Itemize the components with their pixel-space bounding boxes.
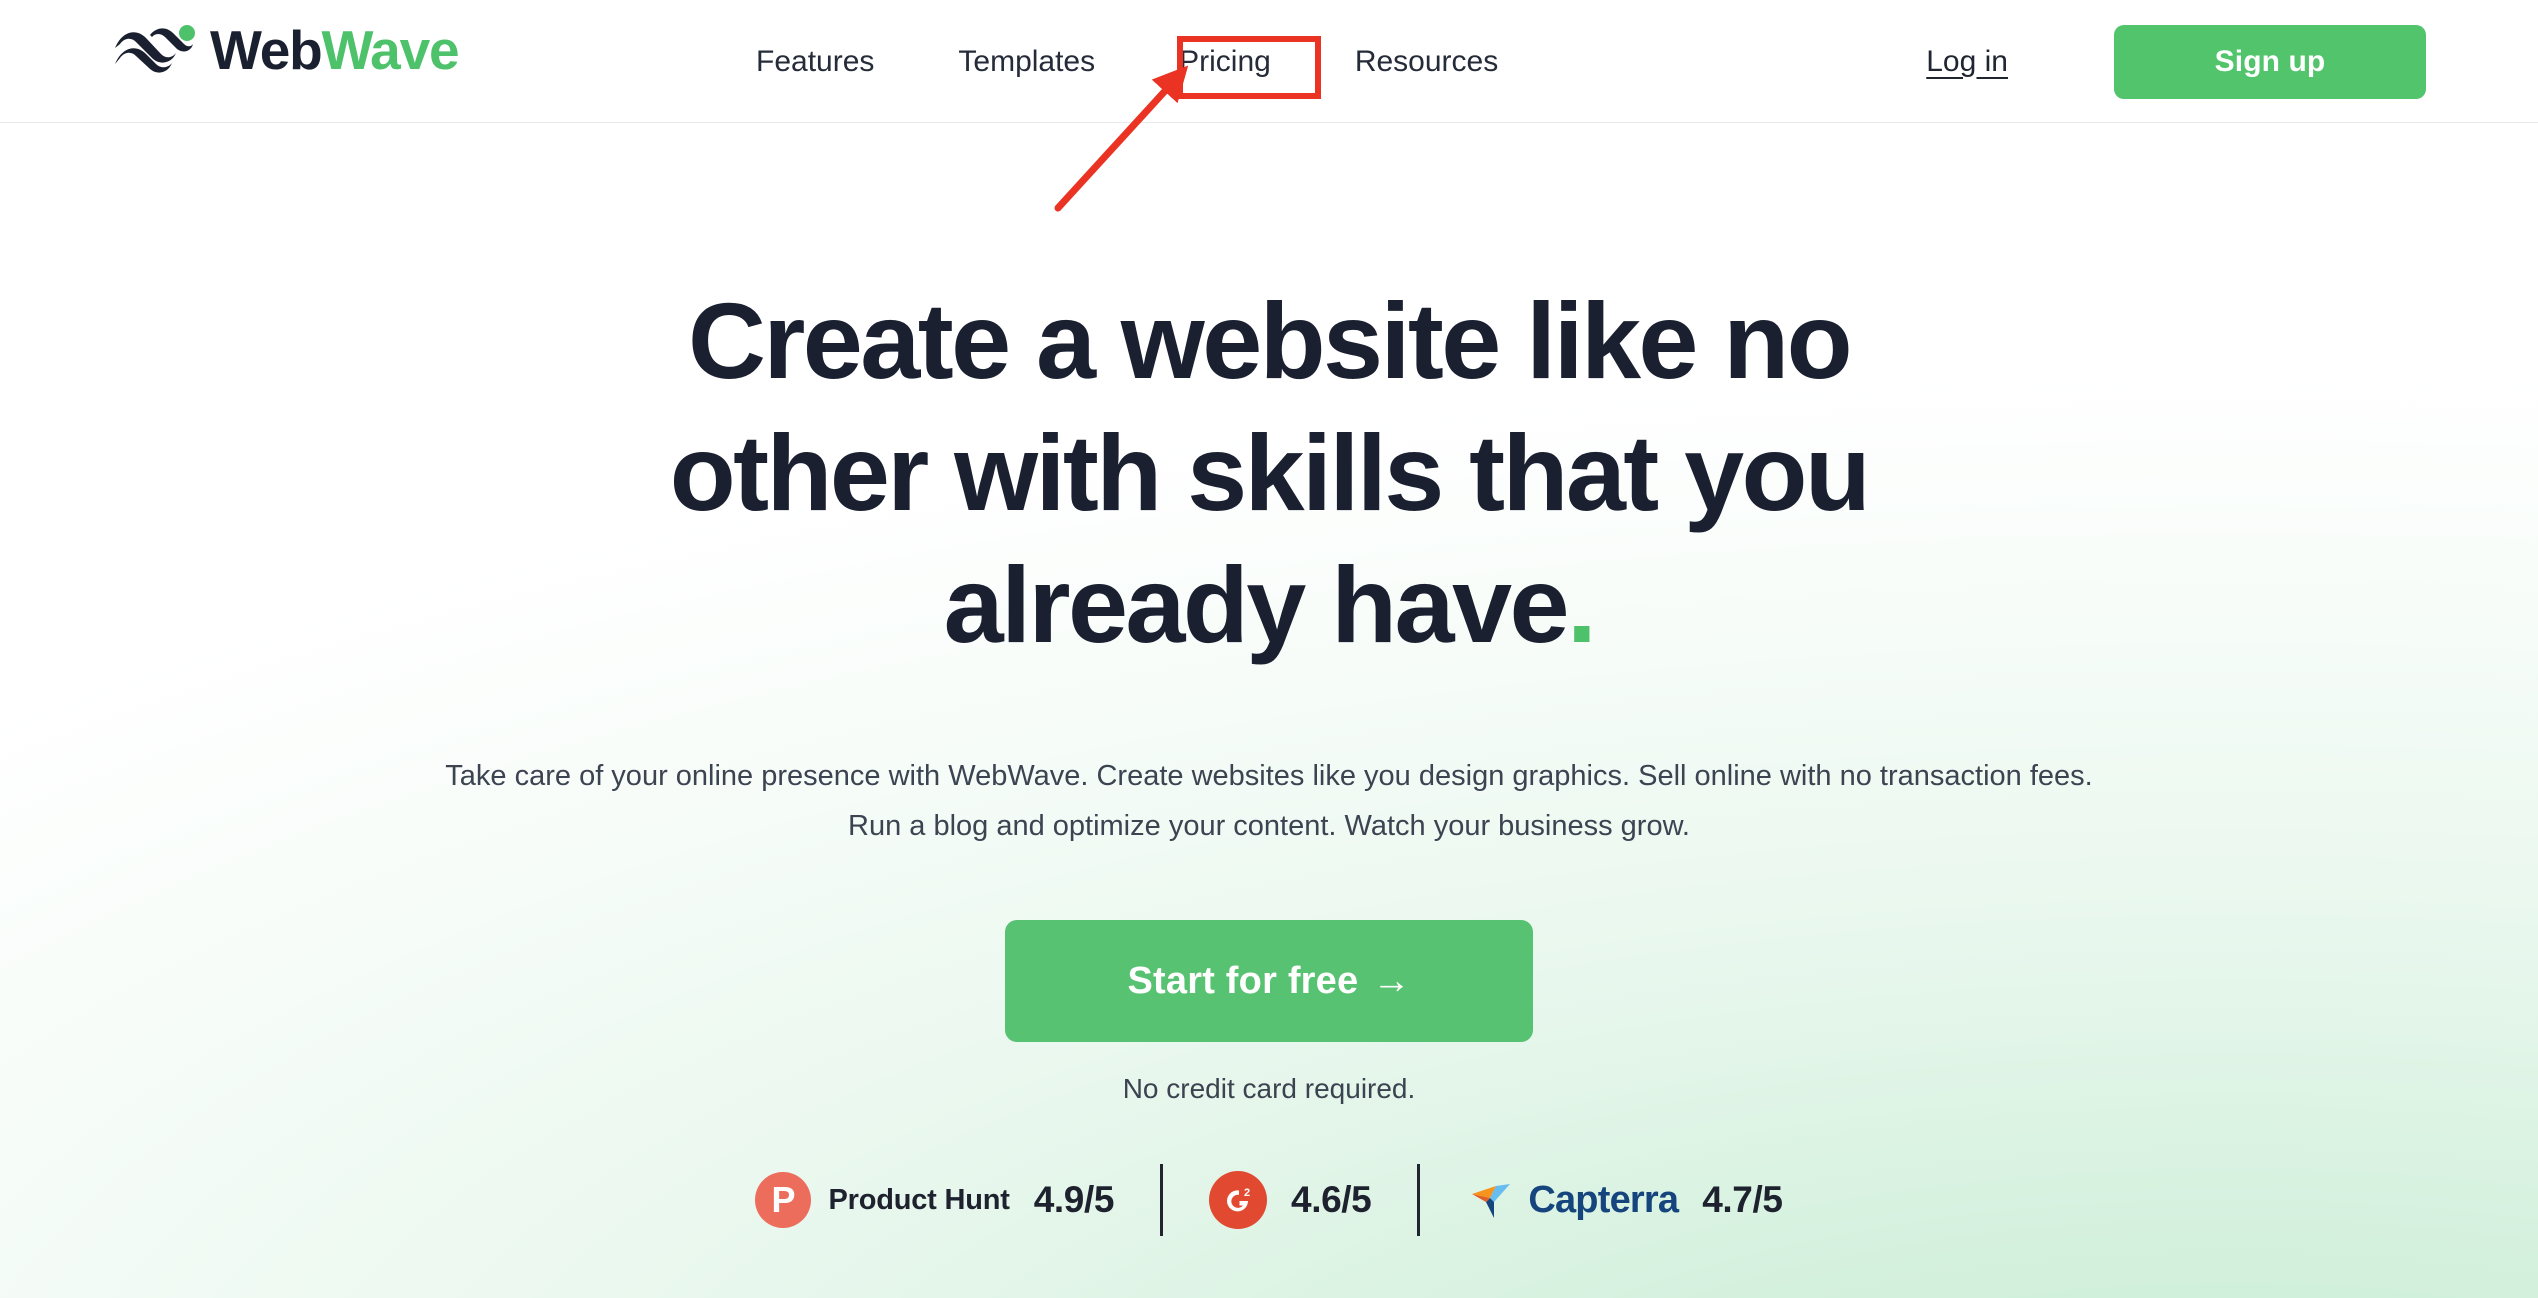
- login-link[interactable]: Log in: [1926, 45, 2008, 79]
- cta-label: Start for free: [1127, 959, 1359, 1002]
- product-hunt-label: Product Hunt: [828, 1183, 1010, 1216]
- rating-product-hunt[interactable]: P Product Hunt 4.9/5: [755, 1172, 1114, 1228]
- capterra-score: 4.7/5: [1702, 1179, 1783, 1220]
- site-header: WebWave Features Templates Pricing Resou…: [0, 0, 2538, 123]
- signup-button[interactable]: Sign up: [2114, 24, 2426, 99]
- capterra-icon: [1472, 1184, 1511, 1218]
- no-credit-card-note: No credit card required.: [1122, 1073, 1416, 1104]
- wave-logo-mark-icon: [115, 25, 195, 73]
- svg-text:2: 2: [1244, 1187, 1250, 1199]
- ratings-row: P Product Hunt 4.9/5 2 4.6/5 Capterra 4.…: [0, 1105, 2538, 1236]
- g2-score: 4.6/5: [1291, 1179, 1372, 1220]
- g2-glyph-icon: 2: [1227, 1187, 1250, 1212]
- product-hunt-score: 4.9/5: [1033, 1179, 1115, 1220]
- nav-item-pricing[interactable]: Pricing: [1179, 46, 1271, 77]
- headline-accent-dot: .: [1566, 543, 1597, 665]
- start-for-free-button[interactable]: Start for free →: [1005, 920, 1533, 1042]
- logo-wordmark: WebWave: [210, 22, 460, 78]
- logo-word-web: Web: [210, 18, 323, 81]
- rating-capterra[interactable]: Capterra 4.7/5: [1466, 1172, 1783, 1228]
- rating-g2[interactable]: 2 4.6/5: [1209, 1171, 1372, 1229]
- arrow-right-icon: →: [1372, 959, 1411, 1002]
- nav-item-resources[interactable]: Resources: [1355, 46, 1498, 77]
- g2-icon: 2: [1209, 1171, 1268, 1229]
- headline-line-1: Create a website like no: [687, 280, 1853, 401]
- nav-item-templates[interactable]: Templates: [958, 46, 1095, 77]
- capterra-logo: Capterra: [1466, 1172, 1679, 1228]
- main-navigation: Features Templates Pricing Resources: [756, 0, 1498, 123]
- nav-item-features[interactable]: Features: [756, 46, 874, 77]
- subtext-line-2: Run a blog and optimize your content. Wa…: [848, 810, 1690, 843]
- header-actions: Log in Sign up: [1926, 0, 2426, 123]
- hero-section: Create a website like no other with skil…: [0, 123, 2538, 1236]
- capterra-label: Capterra: [1528, 1178, 1679, 1221]
- headline-line-2: other with skills that you: [669, 411, 1871, 533]
- ratings-divider-2: [1417, 1164, 1421, 1236]
- hero-headline: Create a website like no other with skil…: [369, 123, 2169, 670]
- logo[interactable]: WebWave: [112, 22, 460, 78]
- subtext-line-1: Take care of your online presence with W…: [445, 760, 2093, 793]
- ratings-divider-1: [1160, 1164, 1164, 1236]
- hero-subtext: Take care of your online presence with W…: [329, 670, 2209, 852]
- page-root: WebWave Features Templates Pricing Resou…: [0, 0, 2538, 1298]
- headline-line-3: already have: [943, 543, 1570, 665]
- logo-word-wave: Wave: [321, 18, 460, 81]
- hero-cta-group: Start for free → No credit card required…: [0, 852, 2538, 1105]
- product-hunt-icon: P: [755, 1172, 812, 1228]
